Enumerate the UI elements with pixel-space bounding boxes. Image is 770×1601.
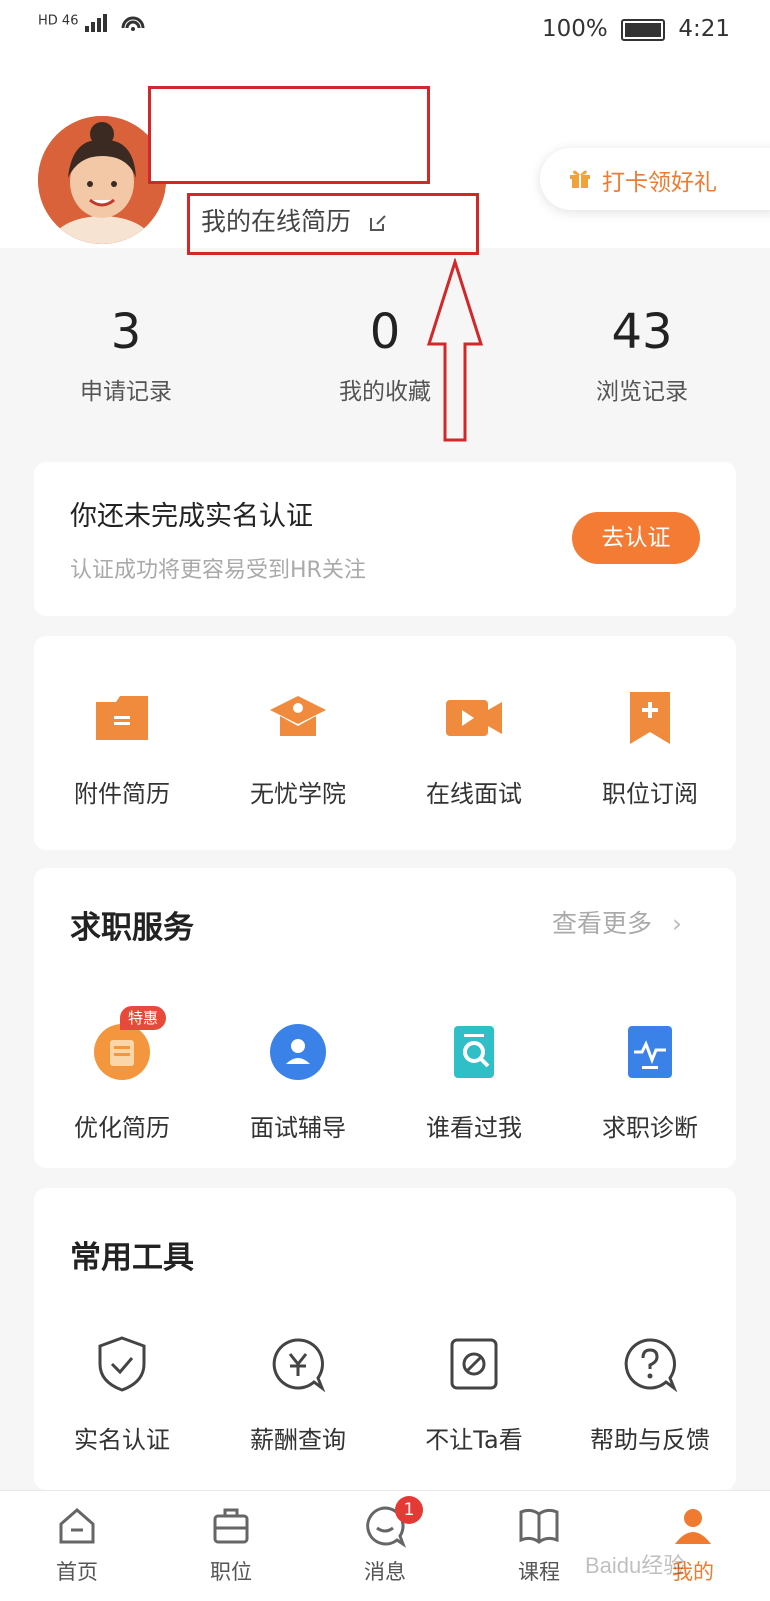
signal-text: HD 46 — [38, 13, 79, 29]
tools-title: 常用工具 — [70, 1240, 194, 1276]
folder-icon — [96, 696, 148, 740]
pulse-doc-icon — [628, 1026, 672, 1078]
search-doc-icon — [454, 1026, 494, 1078]
quick-item-academy[interactable]: 无忧学院 — [210, 688, 386, 809]
quick-item-job-subscription[interactable]: 职位订阅 — [562, 688, 738, 809]
edit-icon — [369, 215, 386, 231]
tool-item-real-name[interactable]: 实名认证 — [34, 1334, 210, 1455]
home-icon — [59, 1508, 95, 1544]
service-item-label: 谁看过我 — [426, 1114, 522, 1142]
tool-item-label: 帮助与反馈 — [590, 1426, 710, 1454]
verify-title: 你还未完成实名认证 — [70, 501, 313, 532]
tool-item-label: 不让Ta看 — [425, 1426, 523, 1454]
discount-badge: 特惠 — [120, 1006, 167, 1030]
tab-home[interactable]: 首页 — [0, 1504, 154, 1586]
tool-item-salary-query[interactable]: 薪酬查询 — [210, 1334, 386, 1455]
quick-item-label: 职位订阅 — [602, 780, 698, 808]
tab-jobs[interactable]: 职位 — [154, 1504, 308, 1586]
service-item-who-viewed-me[interactable]: 谁看过我 — [386, 1022, 562, 1143]
service-item-interview-coaching[interactable]: 面试辅导 — [210, 1022, 386, 1143]
quick-item-online-interview[interactable]: 在线面试 — [386, 688, 562, 809]
signal-indicators: HD 46 — [38, 8, 153, 34]
tool-item-block-viewer[interactable]: 不让Ta看 — [386, 1334, 562, 1455]
wifi-icon — [84, 14, 145, 32]
yen-bubble-icon — [272, 1338, 326, 1393]
tab-messages[interactable]: 消息 — [308, 1504, 462, 1586]
stat-favorites[interactable]: 0 我的收藏 — [295, 304, 475, 406]
tab-label: 职位 — [210, 1560, 252, 1584]
services-title: 求职服务 — [70, 910, 194, 946]
tab-label: 消息 — [364, 1560, 406, 1584]
book-icon — [519, 1508, 559, 1544]
service-item-optimize-resume[interactable]: 优化简历 — [34, 1022, 210, 1143]
online-resume-link[interactable]: 我的在线简历 — [201, 202, 389, 238]
status-bar: HD 46 100% 4:21 — [0, 0, 770, 60]
graduation-cap-icon — [270, 696, 326, 736]
tool-item-label: 薪酬查询 — [250, 1426, 346, 1454]
gift-icon — [570, 170, 590, 188]
battery-percent: 100% — [541, 16, 608, 42]
person-icon — [270, 1024, 326, 1080]
service-item-job-diagnosis[interactable]: 求职诊断 — [562, 1022, 738, 1143]
avatar-illustration — [38, 116, 166, 244]
clock: 4:21 — [678, 16, 730, 42]
service-item-label: 求职诊断 — [602, 1114, 698, 1142]
quick-item-attachment-resume[interactable]: 附件简历 — [34, 688, 210, 809]
status-right: 100% 4:21 — [542, 16, 730, 42]
message-badge: 1 — [395, 1496, 423, 1524]
bookmark-plus-icon — [630, 692, 670, 744]
profile-icon — [675, 1509, 711, 1544]
redacted-name-box — [148, 86, 430, 184]
briefcase-icon — [213, 1508, 249, 1544]
quick-item-label: 在线面试 — [426, 780, 522, 808]
battery-icon — [621, 18, 666, 41]
services-more-link[interactable]: 查看更多 › — [552, 904, 682, 940]
video-camera-icon — [446, 700, 502, 736]
shield-check-icon — [98, 1336, 146, 1392]
stat-history[interactable]: 43 浏览记录 — [552, 304, 732, 406]
more-label: 查看更多 — [552, 909, 653, 938]
tool-item-help-feedback[interactable]: 帮助与反馈 — [562, 1334, 738, 1455]
tool-item-label: 实名认证 — [74, 1426, 170, 1454]
stat-label: 申请记录 — [80, 379, 172, 405]
resume-optimize-icon — [94, 1024, 150, 1080]
avatar[interactable] — [38, 116, 166, 244]
checkin-button[interactable]: 打卡领好礼 — [540, 148, 770, 210]
stat-label: 我的收藏 — [339, 379, 431, 405]
stat-value: 0 — [369, 304, 401, 360]
block-doc-icon — [450, 1338, 498, 1390]
quick-item-label: 附件简历 — [74, 780, 170, 808]
stat-applications[interactable]: 3 申请记录 — [36, 304, 216, 406]
online-resume-label: 我的在线简历 — [201, 207, 352, 236]
verify-subtitle: 认证成功将更容易受到HR关注 — [70, 558, 366, 583]
verify-button[interactable]: 去认证 — [572, 512, 700, 564]
service-item-label: 优化简历 — [74, 1114, 170, 1142]
service-item-label: 面试辅导 — [250, 1114, 346, 1142]
tab-label: 首页 — [56, 1560, 98, 1584]
chevron-right-icon: › — [671, 909, 682, 938]
quick-item-label: 无忧学院 — [250, 780, 346, 808]
stat-value: 3 — [110, 304, 142, 360]
checkin-label: 打卡领好礼 — [602, 170, 717, 196]
help-bubble-icon — [624, 1338, 678, 1393]
watermark: Baidu经验 — [585, 1553, 686, 1578]
stat-value: 43 — [611, 304, 673, 360]
stat-label: 浏览记录 — [596, 379, 688, 405]
